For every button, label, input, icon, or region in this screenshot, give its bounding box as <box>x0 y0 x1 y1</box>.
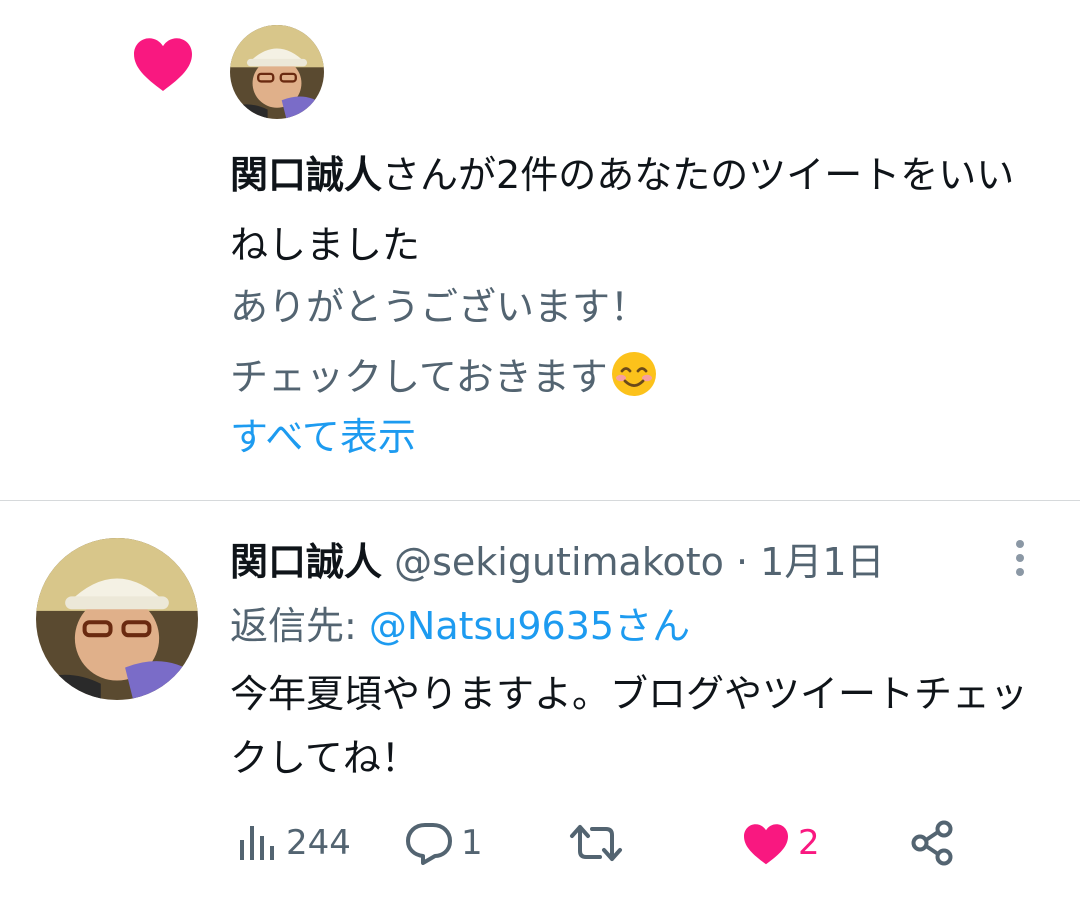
separator: · <box>735 540 749 584</box>
avatar[interactable] <box>230 25 324 119</box>
avatar[interactable] <box>36 538 198 700</box>
actor-name[interactable]: 関口誠人 <box>230 153 382 197</box>
reply-button[interactable]: 1 <box>405 818 483 868</box>
reply-icon <box>406 823 452 865</box>
like-notification[interactable]: 関口誠人さんが2件のあなたのツイートをいいねしました ありがとうございます！ チ… <box>0 0 1080 500</box>
display-name[interactable]: 関口誠人 <box>230 540 382 584</box>
likes-count: 2 <box>798 823 820 863</box>
heart-icon <box>134 38 192 91</box>
user-handle[interactable]: @sekigutimakoto <box>394 540 724 584</box>
avatar-photo-icon <box>36 538 198 700</box>
liked-tweet-preview[interactable]: ありがとうございます！ チェックしておきます <box>230 272 1050 412</box>
tweet-actions: 244 1 2 <box>0 808 1080 878</box>
share-button[interactable] <box>910 818 956 868</box>
reply-to: 返信先: @Natsu9635さん <box>230 596 690 656</box>
views-count: 244 <box>286 823 351 863</box>
retweet-icon <box>570 825 622 861</box>
replies-count: 1 <box>461 823 483 863</box>
preview-line: ありがとうございます！ <box>230 285 649 329</box>
more-options-icon[interactable] <box>1006 536 1034 580</box>
tweet-header: 関口誠人 @sekigutimakoto · 1月1日 <box>230 532 885 592</box>
views-button[interactable]: 244 <box>238 818 351 868</box>
smiling-face-icon <box>611 352 656 396</box>
tweet-text: 今年夏頃やりますよ。ブログやツイートチェックしてね！ <box>230 672 1029 780</box>
preview-line: チェックしておきます <box>230 342 1050 412</box>
retweet-button[interactable] <box>568 818 624 868</box>
share-icon <box>911 820 953 866</box>
show-all-link[interactable]: すべて表示 <box>230 405 416 469</box>
tweet-date[interactable]: 1月1日 <box>760 540 884 584</box>
avatar-photo-icon <box>230 25 324 119</box>
heart-filled-icon <box>744 824 788 865</box>
divider <box>0 500 1080 501</box>
bar-chart-icon <box>240 826 274 860</box>
reply-prefix: 返信先: <box>230 604 369 648</box>
reply-mention-link[interactable]: @Natsu9635さん <box>369 604 690 648</box>
notification-text: 関口誠人さんが2件のあなたのツイートをいいねしました <box>230 140 1050 280</box>
like-button[interactable]: 2 <box>742 818 820 868</box>
